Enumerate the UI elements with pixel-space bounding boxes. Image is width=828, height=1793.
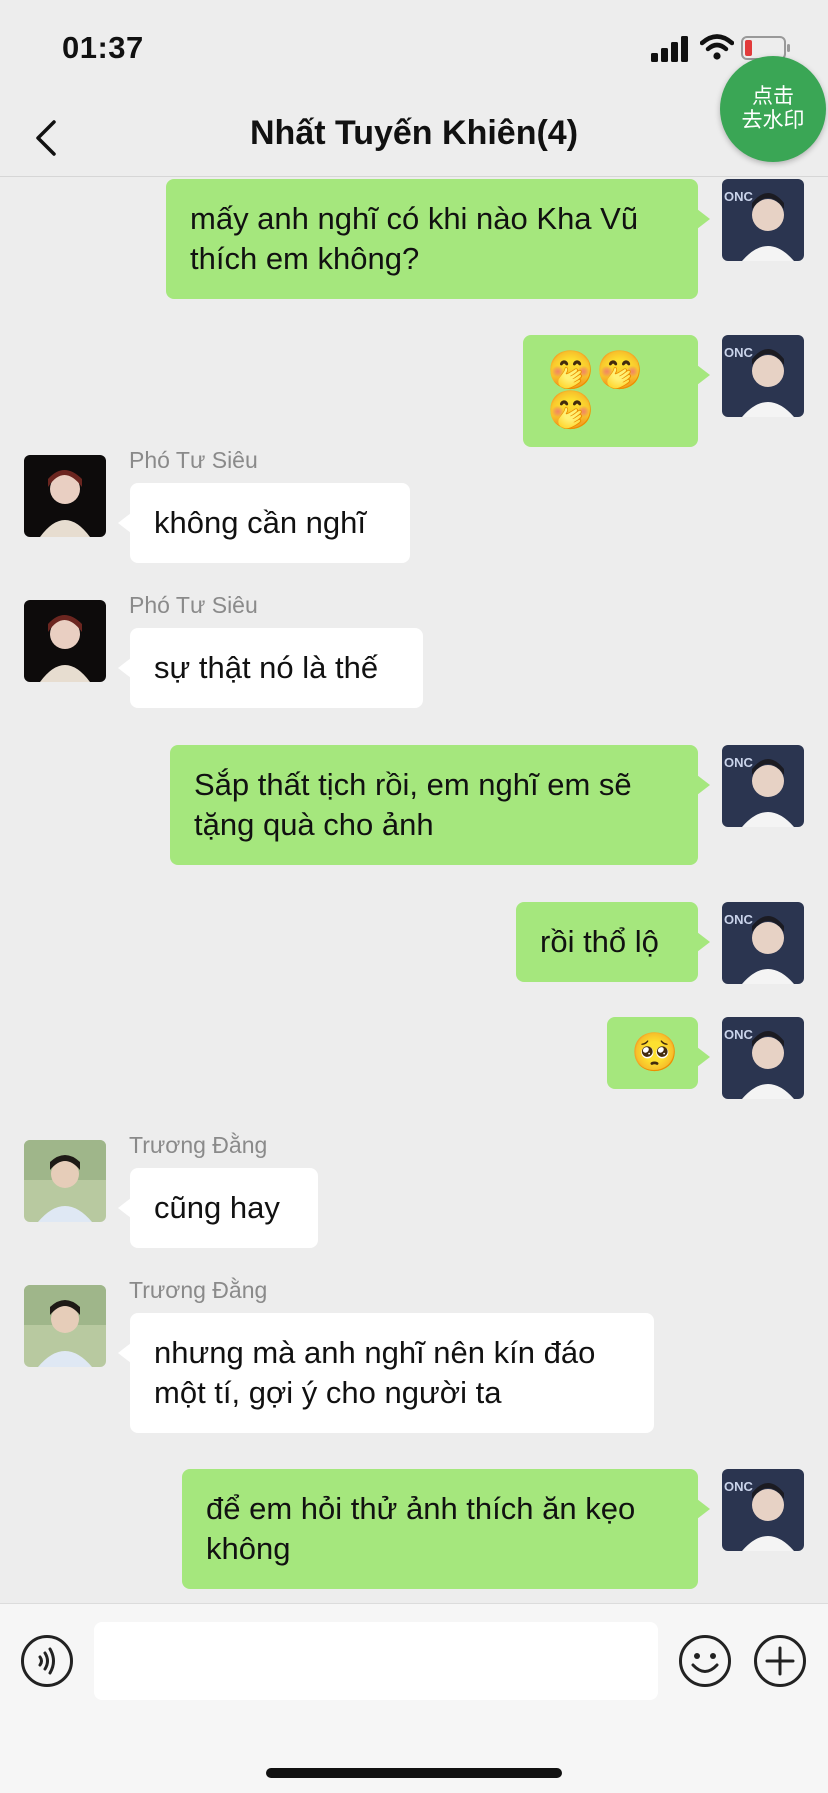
message-input[interactable] (94, 1622, 658, 1700)
chat-input-bar (0, 1603, 828, 1793)
status-bar: 01:37 (0, 0, 828, 100)
svg-text:ONC: ONC (724, 755, 754, 770)
avatar-image: ONC (722, 1017, 804, 1099)
avatar-self[interactable]: ONC (722, 1469, 804, 1551)
avatar-image (24, 1285, 106, 1367)
avatar-image (24, 600, 106, 682)
message-bubble[interactable]: Sắp thất tịch rồi, em nghĩ em sẽ tặng qu… (170, 745, 710, 865)
avatar-self[interactable]: ONC (722, 1017, 804, 1099)
message-bubble[interactable]: 🤭🤭🤭 (523, 335, 710, 447)
message-bubble[interactable]: mấy anh nghĩ có khi nào Kha Vũ thích em … (166, 179, 710, 299)
svg-text:ONC: ONC (724, 189, 754, 204)
chat-header: Nhất Tuyến Khiên(4) (0, 100, 828, 177)
message-bubble[interactable]: 🥺 (607, 1017, 710, 1089)
message-bubble[interactable]: để em hỏi thử ảnh thích ăn kẹo không (182, 1469, 710, 1589)
avatar-image: ONC (722, 745, 804, 827)
avatar-image: ONC (722, 179, 804, 261)
sender-name: Phó Tư Siêu (129, 447, 258, 473)
message-bubble[interactable]: rồi thổ lộ (516, 902, 710, 982)
avatar-truong-dang[interactable] (24, 1285, 106, 1367)
svg-text:ONC: ONC (724, 912, 754, 927)
svg-text:ONC: ONC (724, 345, 754, 360)
sender-name: Trương Đằng (129, 1132, 268, 1158)
chat-title: Nhất Tuyến Khiên(4) (249, 114, 579, 152)
avatar-image (24, 455, 106, 537)
remove-watermark-label: 点击 去水印 (741, 85, 805, 132)
message-bubble[interactable]: sự thật nó là thế (118, 628, 423, 708)
svg-text:ONC: ONC (724, 1479, 754, 1494)
avatar-pho-tu-sieu[interactable] (24, 600, 106, 682)
avatar-image: ONC (722, 1469, 804, 1551)
plus-icon[interactable] (753, 1634, 807, 1688)
message-bubble[interactable]: cũng hay (118, 1168, 318, 1248)
avatar-truong-dang[interactable] (24, 1140, 106, 1222)
avatar-self[interactable]: ONC (722, 179, 804, 261)
wifi-icon (700, 34, 734, 60)
avatar-self[interactable]: ONC (722, 902, 804, 984)
message-bubble[interactable]: không cần nghĩ (118, 483, 410, 563)
message-bubble[interactable]: nhưng mà anh nghĩ nên kín đáo một tí, gợ… (118, 1313, 654, 1433)
voice-icon[interactable] (20, 1634, 74, 1688)
avatar-self[interactable]: ONC (722, 335, 804, 417)
sender-name: Trương Đằng (129, 1277, 268, 1303)
svg-text:ONC: ONC (724, 1027, 754, 1042)
home-indicator[interactable] (266, 1768, 562, 1778)
message-list[interactable]: ONC mấy anh nghĩ có khi nào Kha Vũ thích… (0, 177, 828, 1601)
avatar-image: ONC (722, 902, 804, 984)
avatar-image (24, 1140, 106, 1222)
avatar-self[interactable]: ONC (722, 745, 804, 827)
cellular-signal-icon (651, 36, 688, 62)
smiley-icon[interactable] (678, 1634, 732, 1688)
remove-watermark-badge[interactable]: 点击 去水印 (720, 56, 826, 162)
avatar-image: ONC (722, 335, 804, 417)
sender-name: Phó Tư Siêu (129, 592, 258, 618)
status-time: 01:37 (62, 30, 144, 65)
avatar-pho-tu-sieu[interactable] (24, 455, 106, 537)
